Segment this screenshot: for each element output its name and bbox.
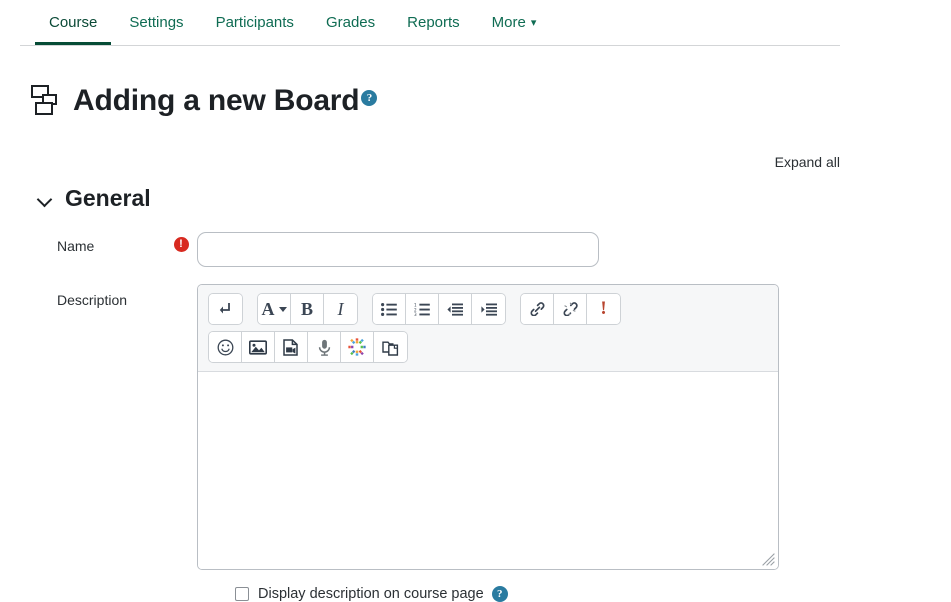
link-button[interactable] xyxy=(521,294,554,325)
resize-handle-icon[interactable] xyxy=(762,553,775,566)
tab-grades-label: Grades xyxy=(325,14,376,31)
tab-settings-label: Settings xyxy=(129,14,184,31)
tab-more-label: More xyxy=(491,14,526,31)
bold-label: B xyxy=(300,298,313,319)
record-audio-button[interactable] xyxy=(308,332,341,363)
editor-toolbar-row-2 xyxy=(208,331,768,364)
tab-course[interactable]: Course xyxy=(33,0,113,45)
insert-media-button[interactable] xyxy=(275,332,308,363)
outdent-button[interactable] xyxy=(439,294,472,325)
chevron-down-icon xyxy=(278,306,287,312)
tab-participants-label: Participants xyxy=(215,14,294,31)
insert-image-button[interactable] xyxy=(242,332,275,363)
chevron-down-icon xyxy=(37,191,53,207)
toolbar-group-linebreak xyxy=(208,293,243,326)
editor-toolbar: A B I 1 2 3 ! xyxy=(198,285,778,373)
help-icon[interactable]: ? xyxy=(491,586,508,602)
display-description-row: Display description on course page ? xyxy=(235,586,951,602)
bulleted-list-button[interactable] xyxy=(373,294,406,325)
form-row-name: Name ! xyxy=(0,232,951,268)
name-label: Name xyxy=(57,238,95,255)
h5p-button[interactable] xyxy=(341,332,374,363)
tab-grades[interactable]: Grades xyxy=(310,0,391,45)
page-title-text: Adding a new Board xyxy=(73,84,360,118)
required-icon: ! xyxy=(173,237,189,253)
page-title: Adding a new Board? xyxy=(73,84,378,118)
style-dropdown-button[interactable]: A xyxy=(258,294,291,325)
unlink-button[interactable] xyxy=(554,294,587,325)
italic-button[interactable]: I xyxy=(324,294,357,325)
required-indicator-wrap: ! xyxy=(165,232,197,253)
toolbar-group-links: ! xyxy=(520,293,621,326)
editor-toolbar-row-1: A B I 1 2 3 ! xyxy=(208,293,768,326)
accessibility-checker-label: ! xyxy=(600,298,607,320)
manage-files-button[interactable] xyxy=(374,332,407,363)
tab-settings[interactable]: Settings xyxy=(113,0,199,45)
toolbar-group-media xyxy=(208,331,408,364)
description-editor-area[interactable] xyxy=(198,372,778,570)
indent-button[interactable] xyxy=(472,294,505,325)
display-description-label[interactable]: Display description on course page xyxy=(258,586,484,602)
board-icon xyxy=(27,83,63,119)
description-label: Description xyxy=(57,292,128,309)
bold-button[interactable]: B xyxy=(291,294,324,325)
name-input[interactable] xyxy=(197,232,599,268)
italic-label: I xyxy=(337,298,344,319)
tab-reports[interactable]: Reports xyxy=(391,0,476,45)
course-nav-tabbar: Course Settings Participants Grades Repo… xyxy=(0,0,951,46)
section-title-general: General xyxy=(65,185,151,212)
display-description-checkbox[interactable] xyxy=(235,587,249,602)
toolbar-group-text-format: A B I xyxy=(257,293,358,326)
numbered-list-button[interactable]: 1 2 3 xyxy=(406,294,439,325)
tab-participants[interactable]: Participants xyxy=(200,0,310,45)
description-editor: A B I 1 2 3 ! xyxy=(197,284,779,571)
style-dropdown-label: A xyxy=(261,298,275,319)
toolbar-group-lists: 1 2 3 xyxy=(372,293,506,326)
chevron-down-icon: ▾ xyxy=(530,17,537,29)
section-header-general[interactable]: General xyxy=(37,187,187,210)
expand-all-row: Expand all xyxy=(0,154,951,172)
tab-course-label: Course xyxy=(49,14,98,31)
emoji-button[interactable] xyxy=(209,332,242,363)
tab-reports-label: Reports xyxy=(407,14,460,31)
form-row-description: Description A B I 1 2 3 ! xyxy=(0,284,951,571)
insert-line-break-button[interactable] xyxy=(209,294,242,325)
page-header: Adding a new Board? xyxy=(0,46,951,136)
tab-more[interactable]: More ▾ xyxy=(476,0,553,45)
help-icon[interactable]: ? xyxy=(361,90,378,107)
accessibility-checker-button[interactable]: ! xyxy=(587,294,620,325)
expand-all-link[interactable]: Expand all xyxy=(775,154,840,170)
svg-text:3: 3 xyxy=(414,312,417,316)
